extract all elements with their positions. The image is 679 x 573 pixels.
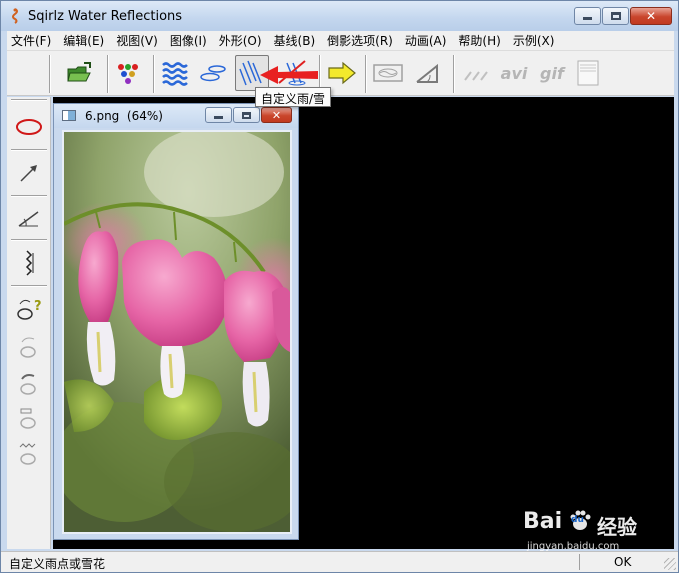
next-button[interactable] (325, 55, 359, 91)
color-dots-icon (118, 64, 138, 84)
tool-palette: ? (7, 97, 51, 549)
image-child-window[interactable]: 6.png (64%) ✕ (53, 103, 299, 540)
shape-stamp-icon (20, 408, 36, 429)
zigzag-icon (25, 250, 34, 276)
minimize-icon (214, 115, 223, 119)
ripples-button[interactable] (197, 55, 231, 91)
shape-tool-3-button[interactable] (11, 365, 47, 401)
svg-text:?: ? (34, 299, 42, 314)
panel-button[interactable] (571, 55, 605, 91)
menu-file[interactable]: 文件(F) (11, 32, 51, 49)
ripples-icon (200, 65, 226, 82)
child-close-button[interactable]: ✕ (261, 107, 292, 123)
child-title-bar[interactable]: 6.png (64%) ✕ (54, 104, 298, 128)
app-window: Sqirlz Water Reflections ✕ 文件(F) 编辑(E) 视… (0, 0, 679, 573)
perspective-icon (18, 211, 39, 227)
child-maximize-button[interactable] (233, 107, 260, 123)
image-file-icon (62, 110, 76, 121)
diagonal-arrow-icon (20, 165, 37, 182)
lines-icon (464, 71, 488, 81)
zigzag-tool-button[interactable] (11, 245, 47, 281)
arrow-tool-button[interactable] (11, 155, 47, 191)
frame-icon (373, 64, 403, 82)
close-button[interactable]: ✕ (630, 7, 672, 25)
gif-button[interactable]: gif (535, 55, 569, 91)
palette-grip (11, 99, 47, 101)
ellipse-tool-button[interactable] (11, 109, 47, 145)
status-message: 自定义雨点或雪花 (9, 557, 106, 571)
help-shape-tool-button[interactable]: ? (11, 291, 47, 327)
shape-tool-5-button[interactable] (11, 435, 47, 471)
angle-button[interactable] (411, 55, 445, 91)
menu-image[interactable]: 图像(I) (170, 32, 207, 49)
tooltip: 自定义雨/雪 (255, 87, 332, 107)
child-window-title: 6.png (64%) (85, 109, 163, 123)
avi-button[interactable]: avi (497, 55, 531, 91)
minimize-button[interactable] (574, 7, 601, 25)
close-icon: ✕ (271, 108, 282, 122)
status-pane: OK (579, 554, 657, 570)
bleeding-heart-flower-image (64, 132, 290, 532)
menu-reflection-options[interactable]: 倒影选项(R) (327, 32, 393, 49)
menu-examples[interactable]: 示例(X) (513, 32, 555, 49)
menu-bar: 文件(F) 编辑(E) 视图(V) 图像(I) 外形(O) 基线(B) 倒影选项… (7, 31, 674, 50)
color-dots-button[interactable] (111, 55, 145, 91)
panel-icon (577, 60, 599, 86)
ellipse-icon (16, 119, 42, 135)
perspective-tool-button[interactable] (11, 199, 47, 235)
menu-animation[interactable]: 动画(A) (405, 32, 447, 49)
minimize-icon (583, 17, 592, 20)
menu-view[interactable]: 视图(V) (116, 32, 158, 49)
angle-icon (416, 63, 438, 83)
resize-grip[interactable] (664, 558, 676, 570)
water-waves-button[interactable] (159, 55, 193, 91)
palette-separator (11, 149, 47, 151)
close-icon: ✕ (645, 9, 657, 23)
shape-brush-icon (20, 374, 36, 395)
toolbar-separator (365, 55, 367, 93)
toolbar-separator (453, 55, 455, 93)
lines-button[interactable] (459, 55, 493, 91)
shape-wave-icon (19, 443, 36, 465)
water-waves-icon (162, 62, 188, 86)
toolbar: avi gif (7, 50, 674, 96)
status-state: OK (614, 555, 632, 569)
menu-edit[interactable]: 编辑(E) (63, 32, 104, 49)
toolbar-separator (153, 55, 155, 93)
maximize-button[interactable] (602, 7, 629, 25)
app-logo-icon (12, 8, 18, 24)
annotation-arrow-icon (260, 66, 318, 84)
palette-separator (11, 285, 47, 287)
window-title: Sqirlz Water Reflections (28, 9, 183, 24)
palette-separator (11, 195, 47, 197)
open-button[interactable] (63, 55, 97, 91)
shape-help-icon: ? (17, 299, 42, 320)
frame-button[interactable] (371, 55, 405, 91)
palette-separator (11, 239, 47, 241)
flower-photo[interactable] (62, 130, 292, 534)
open-folder-icon (67, 62, 91, 82)
avi-icon: avi (500, 63, 528, 83)
toolbar-separator (107, 55, 109, 93)
gif-icon: gif (540, 63, 564, 83)
status-bar: 自定义雨点或雪花 OK (1, 551, 678, 572)
menu-baseline[interactable]: 基线(B) (274, 32, 316, 49)
shape-tool-4-button[interactable] (11, 399, 47, 435)
toolbar-grip (49, 55, 51, 93)
shape-tool-2-button[interactable] (11, 329, 47, 365)
menu-outline[interactable]: 外形(O) (219, 32, 262, 49)
title-bar[interactable]: Sqirlz Water Reflections ✕ (1, 1, 678, 31)
maximize-icon (610, 12, 621, 20)
arrow-right-icon (328, 61, 356, 85)
child-minimize-button[interactable] (205, 107, 232, 123)
shape-curve-icon (20, 337, 36, 358)
maximize-icon (242, 111, 251, 119)
menu-help[interactable]: 帮助(H) (458, 32, 500, 49)
